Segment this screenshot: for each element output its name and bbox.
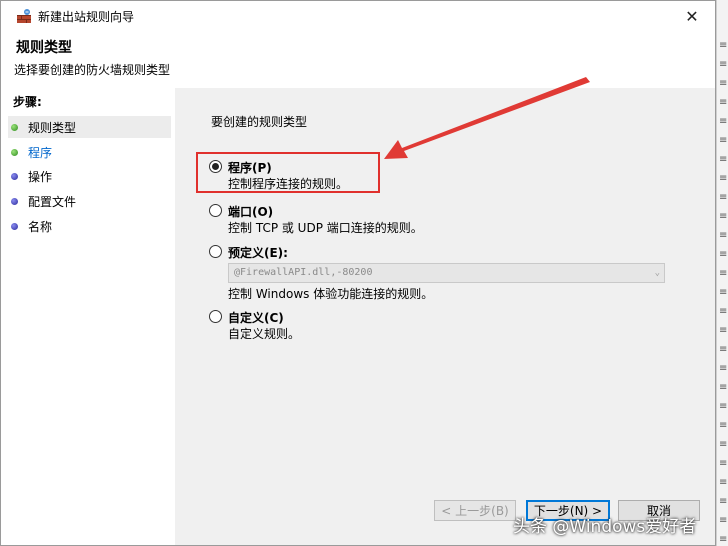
background-glyph: ≡ xyxy=(719,439,728,450)
background-glyph: ≡ xyxy=(719,135,728,146)
firewall-icon xyxy=(17,9,31,23)
background-glyph: ≡ xyxy=(719,40,728,51)
step-label: 操作 xyxy=(28,169,53,184)
rule-type-prompt: 要创建的规则类型 xyxy=(211,115,308,129)
background-glyph: ≡ xyxy=(719,363,728,374)
background-glyph: ≡ xyxy=(719,477,728,488)
background-glyph: ≡ xyxy=(719,78,728,89)
background-glyph: ≡ xyxy=(719,287,728,298)
background-glyph: ≡ xyxy=(719,306,728,317)
port-radio[interactable] xyxy=(209,204,222,217)
background-glyph: ≡ xyxy=(719,211,728,222)
step-name: 名称 xyxy=(8,215,171,237)
custom-description: 自定义规则。 xyxy=(228,327,301,341)
background-window-strip: ≡ ≡ ≡ ≡ ≡ ≡ ≡ ≡ ≡ ≡ ≡ ≡ ≡ ≡ ≡ ≡ ≡ ≡ ≡ ≡ ≡ ≡ ≡ ≡ ≡ ≡ ≡ xyxy=(716,0,728,546)
program-radio[interactable] xyxy=(209,160,222,173)
port-description: 控制 TCP 或 UDP 端口连接的规则。 xyxy=(228,221,423,235)
step-status-icon xyxy=(11,172,18,180)
step-label: 配置文件 xyxy=(28,194,77,209)
title-bar: 新建出站规则向导 ✕ xyxy=(1,1,715,31)
step-profile: 配置文件 xyxy=(8,190,171,212)
background-glyph: ≡ xyxy=(719,401,728,412)
background-glyph: ≡ xyxy=(719,420,728,431)
background-glyph: ≡ xyxy=(719,325,728,336)
background-glyph: ≡ xyxy=(719,154,728,165)
page-title: 规则类型 xyxy=(16,40,72,56)
step-status-icon xyxy=(11,222,18,230)
background-glyph: ≡ xyxy=(719,515,728,526)
step-label: 名称 xyxy=(28,219,53,234)
wizard-content: 要创建的规则类型 程序(P) 控制程序连接的规则。 端口(O) 控制 TCP 或… xyxy=(175,88,715,545)
page-subtitle: 选择要创建的防火墙规则类型 xyxy=(14,63,171,77)
background-glyph: ≡ xyxy=(719,59,728,70)
chevron-down-icon: ⌄ xyxy=(654,268,660,278)
background-glyph: ≡ xyxy=(719,496,728,507)
step-label: 规则类型 xyxy=(28,120,77,135)
predefined-select: @FirewallAPI.dll,-80200 ⌄ xyxy=(228,263,665,283)
predefined-description: 控制 Windows 体验功能连接的规则。 xyxy=(228,287,434,301)
background-glyph: ≡ xyxy=(719,458,728,469)
background-glyph: ≡ xyxy=(719,344,728,355)
program-radio-label[interactable]: 程序(P) xyxy=(228,159,272,176)
step-status-icon xyxy=(11,148,18,156)
step-action: 操作 xyxy=(8,165,171,187)
background-glyph: ≡ xyxy=(719,534,728,545)
step-status-icon xyxy=(11,123,18,131)
window-title: 新建出站规则向导 xyxy=(38,10,135,24)
port-radio-label[interactable]: 端口(O) xyxy=(228,203,273,220)
step-program[interactable]: 程序 xyxy=(8,141,171,163)
close-button[interactable]: ✕ xyxy=(669,1,715,31)
background-glyph: ≡ xyxy=(719,97,728,108)
background-glyph: ≡ xyxy=(719,249,728,260)
predefined-select-value: @FirewallAPI.dll,-80200 xyxy=(234,267,373,278)
background-glyph: ≡ xyxy=(719,116,728,127)
custom-radio[interactable] xyxy=(209,310,222,323)
program-description: 控制程序连接的规则。 xyxy=(228,177,349,191)
steps-heading: 步骤: xyxy=(13,95,42,109)
predefined-radio-label[interactable]: 预定义(E): xyxy=(228,244,288,261)
wizard-header: 规则类型 选择要创建的防火墙规则类型 xyxy=(1,31,715,87)
predefined-radio[interactable] xyxy=(209,245,222,258)
step-rule-type[interactable]: 规则类型 xyxy=(8,116,171,138)
custom-radio-label[interactable]: 自定义(C) xyxy=(228,309,284,326)
back-button[interactable]: < 上一步(B) xyxy=(434,500,516,521)
background-glyph: ≡ xyxy=(719,230,728,241)
outbound-rule-wizard-window: 新建出站规则向导 ✕ 规则类型 选择要创建的防火墙规则类型 步骤: 规则类型 程… xyxy=(0,0,716,546)
steps-sidebar: 步骤: 规则类型 程序 操作 配置文件 名称 xyxy=(1,88,175,545)
step-status-icon xyxy=(11,197,18,205)
watermark-text: 头条 @Windows爱好者 xyxy=(513,517,697,537)
background-glyph: ≡ xyxy=(719,173,728,184)
background-glyph: ≡ xyxy=(719,192,728,203)
background-glyph: ≡ xyxy=(719,382,728,393)
background-glyph: ≡ xyxy=(719,268,728,279)
step-label: 程序 xyxy=(28,145,53,160)
